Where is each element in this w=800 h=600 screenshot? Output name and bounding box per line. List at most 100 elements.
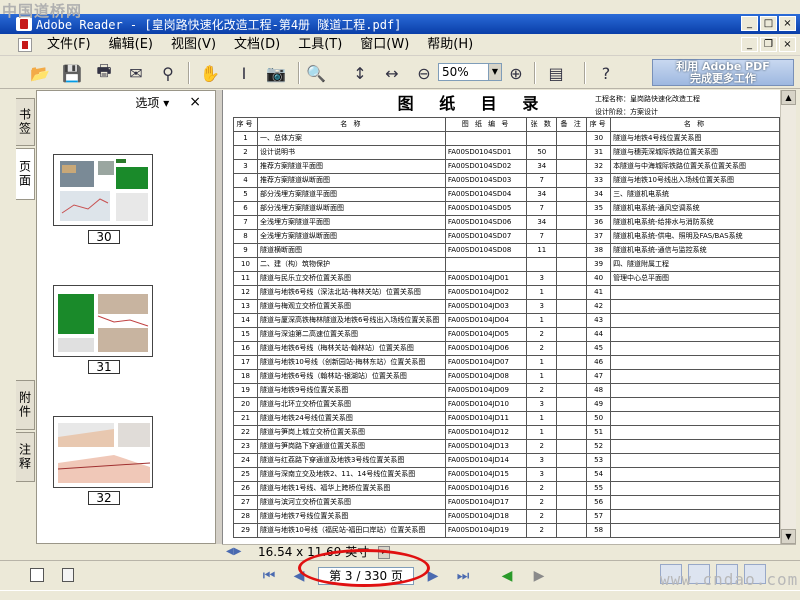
- menu-window[interactable]: 窗口(W): [351, 35, 418, 55]
- zoom-input[interactable]: 50%: [438, 63, 490, 81]
- table-cell: 7: [526, 173, 558, 188]
- doc-restore-button[interactable]: ❐: [760, 37, 777, 52]
- page-options-icon[interactable]: [62, 568, 74, 582]
- tab-attachments[interactable]: 附件: [16, 380, 35, 430]
- panel-close-button[interactable]: ×: [189, 94, 201, 110]
- table-cell: 40: [586, 271, 612, 286]
- table-cell: 二、建（构）筑物保护: [256, 257, 446, 272]
- page-number-field[interactable]: 第 3 / 330 页: [318, 567, 414, 585]
- zoom-out-icon[interactable]: ⊖: [412, 61, 436, 85]
- table-cell: [556, 285, 588, 300]
- close-button[interactable]: ×: [779, 16, 796, 31]
- menu-view[interactable]: 视图(V): [162, 35, 225, 55]
- table-cell: 17: [233, 355, 258, 370]
- thumbnail-graphic: [58, 294, 149, 352]
- thumbnail-graphic: [60, 159, 148, 221]
- table-row: 16 隧道与地铁6号线（梅林关站-翰林站）位置关系图 FA00SD0104JD06 2…: [233, 341, 780, 356]
- table-cell: FA00SD0104SD03: [444, 173, 528, 188]
- zoom-in-tool-icon[interactable]: 🔍: [304, 61, 328, 85]
- navigation-tabs: 书签 页面 附件 注释: [14, 90, 36, 552]
- tab-bookmarks[interactable]: 书签: [16, 98, 35, 146]
- previous-page-icon[interactable]: ◀: [288, 567, 310, 585]
- page-thumbnail-31[interactable]: [53, 285, 153, 357]
- table-cell: 3: [526, 467, 558, 482]
- col-header: 序号: [586, 117, 612, 132]
- table-cell: 43: [586, 313, 612, 328]
- table-row: 19 隧道与地铁9号线位置关系图 FA00SD0104JD09 2 48: [233, 383, 780, 398]
- zoom-dropdown-chevron-icon[interactable]: ▼: [488, 63, 502, 81]
- first-page-icon[interactable]: ⏮: [258, 567, 280, 585]
- table-cell: 部分浅埋方案隧道纵断面图: [256, 201, 446, 216]
- table-cell: 8: [233, 229, 258, 244]
- table-cell: 2: [526, 327, 558, 342]
- page-thumbnail-32[interactable]: [53, 416, 153, 488]
- page-size-dropdown-icon[interactable]: ▸: [378, 546, 390, 559]
- search-binoculars-icon[interactable]: ⚲: [156, 61, 180, 85]
- table-cell: [610, 523, 780, 538]
- adobe-pdf-promo-button[interactable]: 利用 Adobe PDF 完成更多工作: [652, 59, 794, 86]
- table-cell: 14: [233, 313, 258, 328]
- scroll-down-arrow-icon[interactable]: ▼: [781, 529, 796, 544]
- menu-file[interactable]: 文件(F): [38, 35, 100, 55]
- table-row: 4 推荐方案隧道纵断面图 FA00SD0104SD03 7 33 隧道与地铁10号线出入场…: [233, 173, 780, 188]
- fit-page-icon[interactable]: ↕: [348, 61, 372, 85]
- table-cell: 31: [586, 145, 612, 160]
- menu-edit[interactable]: 编辑(E): [100, 35, 162, 55]
- snapshot-camera-icon[interactable]: 📷: [264, 61, 288, 85]
- fit-width-icon[interactable]: ↔: [380, 61, 404, 85]
- table-cell: [610, 411, 780, 426]
- table-cell: FA00SD0104JD09: [444, 383, 528, 398]
- last-page-icon[interactable]: ⏭: [452, 567, 474, 585]
- table-cell: 51: [586, 425, 612, 440]
- table-cell: 15: [233, 327, 258, 342]
- zoom-in-icon[interactable]: ⊕: [504, 61, 528, 85]
- menu-help[interactable]: 帮助(H): [418, 35, 482, 55]
- table-cell: 3: [526, 397, 558, 412]
- table-cell: 本隧道与中海城际铁路位置关系位置关系图: [610, 159, 780, 174]
- table-cell: 推荐方案隧道平面图: [256, 159, 446, 174]
- email-icon[interactable]: ✉: [124, 61, 148, 85]
- single-page-view-icon[interactable]: [30, 568, 44, 582]
- table-cell: 7: [233, 215, 258, 230]
- page-layout-icon[interactable]: ▤: [544, 61, 568, 85]
- go-back-icon[interactable]: ◀: [496, 567, 518, 585]
- go-forward-icon[interactable]: ▶: [528, 567, 550, 585]
- col-header: 名 称: [610, 117, 780, 132]
- select-text-icon[interactable]: I: [232, 61, 256, 85]
- table-cell: [556, 145, 588, 160]
- table-row: 12 隧道与地铁6号线（深法北站-梅林关站）位置关系图 FA00SD0104JD02…: [233, 285, 780, 300]
- promo-line2: 完成更多工作: [690, 72, 756, 85]
- table-row: 22 隧道与笋岗上城立交桥位置关系图 FA00SD0104JD12 1 51: [233, 425, 780, 440]
- maximize-button[interactable]: □: [760, 16, 777, 31]
- vertical-scrollbar[interactable]: ▲ ▼: [780, 90, 796, 544]
- table-cell: 11: [526, 243, 558, 258]
- table-cell: 2: [526, 481, 558, 496]
- help-icon[interactable]: ?: [594, 61, 618, 85]
- menu-tools[interactable]: 工具(T): [289, 35, 351, 55]
- hand-tool-icon[interactable]: ✋: [198, 61, 222, 85]
- doc-minimize-button[interactable]: _: [741, 37, 758, 52]
- table-cell: [610, 481, 780, 496]
- tab-pages[interactable]: 页面: [16, 148, 35, 200]
- site-watermark: www.cndao.com: [660, 570, 799, 589]
- minimize-button[interactable]: _: [741, 16, 758, 31]
- menu-document[interactable]: 文档(D): [225, 35, 289, 55]
- open-folder-icon[interactable]: 📂: [28, 61, 52, 85]
- scroll-left-arrow-icon[interactable]: ◀▶: [226, 546, 241, 557]
- panel-options-button[interactable]: 选项 ▾: [135, 94, 169, 111]
- horizontal-scrollbar[interactable]: ◀▶ 16.54 x 11.69 英寸 ▸: [222, 544, 796, 560]
- print-icon[interactable]: 🖶: [92, 61, 116, 85]
- scroll-up-arrow-icon[interactable]: ▲: [781, 90, 796, 105]
- table-cell: 三、隧道机电系统: [610, 187, 780, 202]
- save-icon[interactable]: 💾: [60, 61, 84, 85]
- table-cell: [556, 173, 588, 188]
- doc-close-button[interactable]: ×: [779, 37, 796, 52]
- tab-comments[interactable]: 注释: [16, 432, 35, 482]
- next-page-icon[interactable]: ▶: [422, 567, 444, 585]
- table-cell: 2: [526, 523, 558, 538]
- page-thumbnail-30[interactable]: [53, 154, 153, 226]
- table-cell: FA00SD0104SD04: [444, 187, 528, 202]
- table-cell: 44: [586, 327, 612, 342]
- table-row: 29 隧道与地铁10号线（福民站-福田口岸站）位置关系图 FA00SD0104JD1…: [233, 523, 780, 538]
- table-cell: 54: [586, 467, 612, 482]
